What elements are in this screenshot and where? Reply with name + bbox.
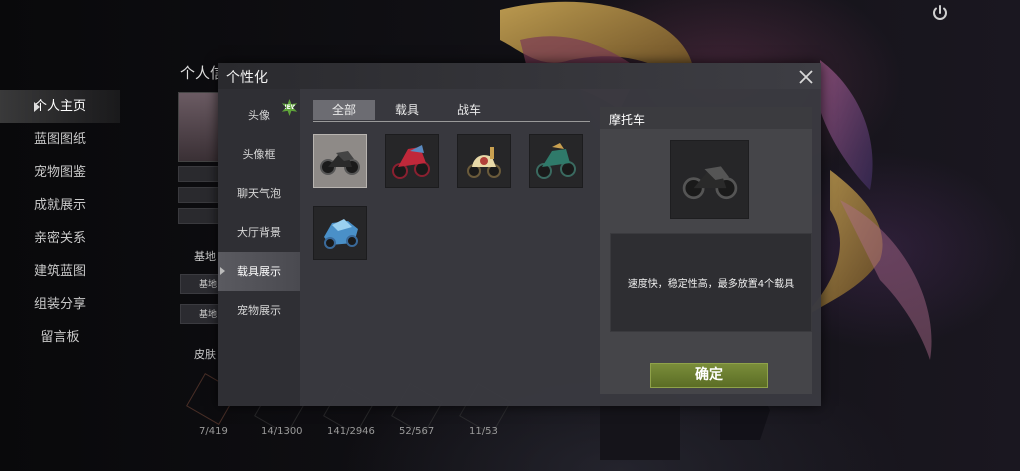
collection-stat: 14/1300	[261, 426, 303, 437]
dialog-title: 个性化	[226, 70, 268, 86]
motorcycle-icon	[320, 151, 360, 175]
tab-lobby-background[interactable]: 大厅背景	[218, 213, 300, 252]
base-row-label: 基地	[199, 280, 218, 290]
tab-avatar-frame[interactable]: 头像框	[218, 135, 300, 174]
motorcycle-icon	[536, 143, 576, 179]
new-badge: NEW	[281, 99, 298, 116]
vehicle-item-teal-motorcycle[interactable]	[529, 134, 583, 188]
menu-item-blueprints[interactable]: 蓝图图纸	[0, 123, 120, 156]
tab-all[interactable]: 全部	[313, 100, 375, 120]
vehicle-preview	[670, 140, 749, 219]
detail-title: 摩托车	[609, 113, 646, 127]
vehicle-description: 速度快，稳定性高，最多放置4个载具	[627, 279, 795, 290]
vehicle-item-black-motorcycle[interactable]	[313, 134, 367, 188]
vehicle-item-red-motorcycle[interactable]	[385, 134, 439, 188]
dialog-header: 个性化	[218, 63, 821, 89]
close-icon	[799, 70, 813, 84]
base-section-label: 基地	[194, 250, 216, 263]
collection-stat: 52/567	[399, 426, 435, 437]
tab-avatar[interactable]: 头像 NEW	[218, 96, 300, 135]
motorcycle-icon	[682, 165, 737, 199]
menu-item-achievements[interactable]: 成就展示	[0, 189, 120, 222]
confirm-button[interactable]: 确定	[650, 363, 768, 388]
personalization-dialog: 个性化 头像 NEW 头像框 聊天气泡 大厅背景 载具展示 宠物展示 全部 载具…	[218, 63, 821, 406]
motorcycle-icon	[392, 145, 430, 179]
skin-section-label: 皮肤	[194, 348, 216, 361]
collection-stat: 141/2946	[327, 426, 375, 437]
scooter-icon	[467, 147, 501, 178]
main-side-menu: 个人主页 蓝图图纸 宠物图鉴 成就展示 亲密关系 建筑蓝图 组装分享 留言板	[0, 90, 120, 354]
menu-item-building-blueprints[interactable]: 建筑蓝图	[0, 255, 120, 288]
vehicle-item-cream-scooter[interactable]	[457, 134, 511, 188]
collection-stat: 7/419	[199, 426, 228, 437]
profile-row	[178, 208, 220, 224]
description-box: 速度快，稳定性高，最多放置4个载具	[610, 233, 812, 332]
collection-stat: 11/53	[469, 426, 498, 437]
tab-chariots[interactable]: 战车	[443, 100, 495, 120]
menu-item-pet-collection[interactable]: 宠物图鉴	[0, 156, 120, 189]
menu-item-assembly-share[interactable]: 组装分享	[0, 288, 120, 321]
vehicle-detail-panel: 摩托车 速度快，稳定性高，最多放置4个载具 确定	[600, 107, 812, 394]
tab-chat-bubble[interactable]: 聊天气泡	[218, 174, 300, 213]
profile-row	[178, 166, 220, 182]
personalization-tabs: 头像 NEW 头像框 聊天气泡 大厅背景 载具展示 宠物展示	[218, 89, 300, 406]
power-icon[interactable]	[926, 0, 954, 26]
close-button[interactable]	[795, 66, 817, 88]
vehicle-icon	[324, 219, 358, 249]
menu-item-message-board[interactable]: 留言板	[0, 321, 120, 354]
category-tabs: 全部 载具 战车	[313, 100, 590, 122]
base-row-label: 基地	[199, 310, 218, 320]
tab-vehicle-display[interactable]: 载具展示	[218, 252, 300, 291]
tab-pet-display[interactable]: 宠物展示	[218, 291, 300, 330]
menu-item-profile-home[interactable]: 个人主页	[0, 90, 120, 123]
profile-row	[178, 187, 220, 203]
vehicle-item-blue-vehicle[interactable]	[313, 206, 367, 260]
menu-item-relationships[interactable]: 亲密关系	[0, 222, 120, 255]
tab-vehicles[interactable]: 载具	[381, 100, 433, 120]
